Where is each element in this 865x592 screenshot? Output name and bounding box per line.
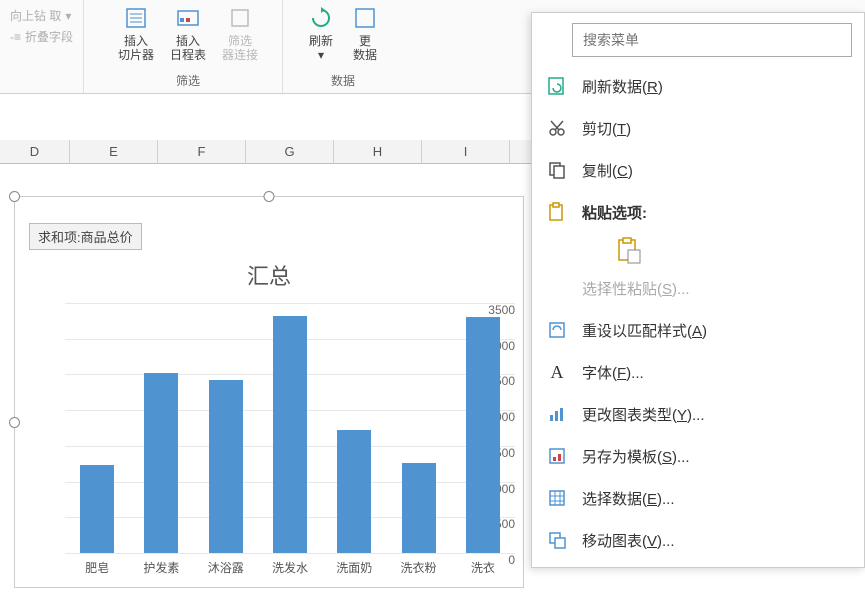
chart-object[interactable]: 求和项:商品总价 汇总 0500100015002000250030003500… [14, 196, 524, 588]
x-tick-label: 洗衣粉 [386, 553, 450, 576]
save-template-icon [546, 445, 568, 467]
change-datasource-icon [351, 4, 379, 32]
menu-reset-style[interactable]: 重设以匹配样式(A) [532, 309, 864, 351]
ribbon-group-filter: 插入 切片器 插入 日程表 筛选 器连接 筛选 [84, 0, 283, 93]
x-tick-label: 肥皂 [65, 553, 129, 576]
menu-label: 粘贴选项: [582, 202, 647, 223]
paste-default-icon[interactable] [612, 239, 646, 261]
selection-handle[interactable] [9, 191, 20, 202]
menu-save-template[interactable]: 另存为模板(S)... [532, 435, 864, 477]
chart-plot-area[interactable]: 0500100015002000250030003500 [65, 303, 515, 553]
selection-handle[interactable] [264, 191, 275, 202]
refresh-icon [307, 4, 335, 32]
menu-font[interactable]: A 字体(F)... [532, 351, 864, 393]
reset-style-icon [546, 319, 568, 341]
refresh-data-icon [546, 75, 568, 97]
drill-up-label: 向上钻 取 [10, 7, 61, 24]
filterconn-label: 筛选 器连接 [222, 34, 258, 63]
x-tick-label: 沐浴露 [194, 553, 258, 576]
x-tick-label: 洗发水 [258, 553, 322, 576]
chart-bar[interactable] [209, 380, 243, 553]
copy-icon [546, 159, 568, 181]
menu-label: 选择性粘贴(S)... [582, 278, 690, 299]
change-datasource-button[interactable]: 更 数据 [347, 2, 383, 65]
menu-copy[interactable]: 复制(C) [532, 149, 864, 191]
chart-title[interactable]: 汇总 [15, 259, 523, 291]
collapse-field-button: -≡ 折叠字段 [8, 27, 75, 46]
chart-bar[interactable] [273, 316, 307, 553]
filter-connection-icon [226, 4, 254, 32]
refresh-label: 刷新▾ [309, 34, 333, 63]
menu-label: 剪切(T) [582, 118, 631, 139]
ribbon-group-data: 刷新▾ 更 数据 数据 [283, 0, 391, 93]
menu-change-chart-type[interactable]: 更改图表类型(Y)... [532, 393, 864, 435]
menu-search-input[interactable] [572, 23, 852, 57]
menu-cut[interactable]: 剪切(T) [532, 107, 864, 149]
insert-timeline-button[interactable]: 插入 日程表 [166, 2, 210, 65]
filter-connection-button: 筛选 器连接 [218, 2, 262, 65]
menu-search-wrap [572, 23, 852, 57]
menu-paste-special: 选择性粘贴(S)... [532, 267, 864, 309]
col-header[interactable]: F [158, 140, 246, 163]
selection-handle[interactable] [9, 417, 20, 428]
ribbon-group-title [40, 73, 43, 93]
menu-move-chart[interactable]: 移动图表(V)... [532, 519, 864, 561]
col-header[interactable]: E [70, 140, 158, 163]
ribbon-group-drill: 向上钻 取 ▾ -≡ 折叠字段 [0, 0, 84, 93]
context-menu: 刷新数据(R) 剪切(T) 复制(C) 粘贴选项: 选择性粘贴(S)... 重设… [531, 12, 865, 568]
menu-label: 复制(C) [582, 160, 633, 181]
change-label: 更 数据 [353, 34, 377, 63]
chart-bar[interactable] [402, 463, 436, 553]
drill-up-button: 向上钻 取 ▾ [8, 6, 73, 25]
menu-label: 重设以匹配样式(A) [582, 320, 707, 341]
col-header[interactable]: G [246, 140, 334, 163]
slicer-label: 插入 切片器 [118, 34, 154, 63]
menu-label: 刷新数据(R) [582, 76, 663, 97]
x-tick-label: 护发素 [129, 553, 193, 576]
menu-label: 另存为模板(S)... [582, 446, 690, 467]
col-header[interactable]: D [0, 140, 70, 163]
col-header[interactable]: I [422, 140, 510, 163]
ribbon-group-filter-title: 筛选 [176, 70, 200, 93]
cut-icon [546, 117, 568, 139]
move-chart-icon [546, 529, 568, 551]
menu-label: 选择数据(E)... [582, 488, 675, 509]
menu-label: 移动图表(V)... [582, 530, 675, 551]
menu-paste-options-header: 粘贴选项: [532, 191, 864, 233]
dropdown-icon: ▾ [65, 9, 71, 23]
chart-x-axis: 肥皂护发素沐浴露洗发水洗面奶洗衣粉洗衣 [65, 553, 515, 576]
select-data-icon [546, 487, 568, 509]
menu-select-data[interactable]: 选择数据(E)... [532, 477, 864, 519]
chart-bar[interactable] [466, 317, 500, 553]
blank-icon [546, 277, 568, 299]
chart-bar[interactable] [144, 373, 178, 553]
collapse-icon: -≡ [10, 30, 21, 44]
x-tick-label: 洗面奶 [322, 553, 386, 576]
x-tick-label: 洗衣 [451, 553, 515, 576]
chart-type-icon [546, 403, 568, 425]
menu-label: 更改图表类型(Y)... [582, 404, 705, 425]
chart-series-label[interactable]: 求和项:商品总价 [29, 223, 142, 250]
col-header[interactable]: H [334, 140, 422, 163]
refresh-button[interactable]: 刷新▾ [303, 2, 339, 65]
font-icon: A [546, 361, 568, 383]
slicer-icon [122, 4, 150, 32]
y-tick-label: 0 [508, 553, 515, 567]
collapse-label: 折叠字段 [25, 28, 73, 45]
chart-bar[interactable] [80, 465, 114, 553]
timeline-label: 插入 日程表 [170, 34, 206, 63]
menu-refresh-data[interactable]: 刷新数据(R) [532, 65, 864, 107]
ribbon-group-data-title: 数据 [331, 70, 355, 93]
paste-icon [546, 201, 568, 223]
timeline-icon [174, 4, 202, 32]
insert-slicer-button[interactable]: 插入 切片器 [114, 2, 158, 65]
menu-label: 字体(F)... [582, 362, 644, 383]
paste-option-row [532, 233, 864, 267]
chart-bar[interactable] [337, 430, 371, 553]
